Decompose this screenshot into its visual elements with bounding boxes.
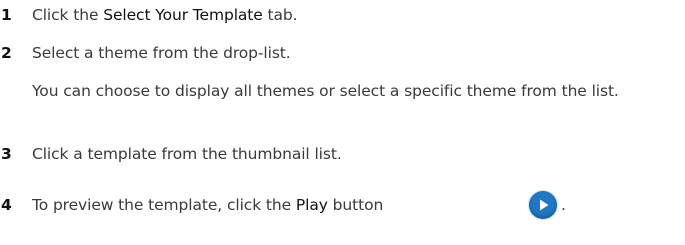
step-text-before: Click the: [32, 6, 104, 24]
step-text: Select a theme from the drop-list.: [32, 44, 291, 62]
step-text: Click a template from the thumbnail list…: [32, 145, 342, 163]
step-number: 4: [1, 196, 12, 214]
step-number: 2: [1, 44, 12, 62]
step-text: Click the Select Your Template tab.: [32, 6, 298, 24]
play-icon: [529, 191, 557, 219]
step-2-note: You can choose to display all themes or …: [32, 82, 619, 100]
ui-term-play: Play: [295, 196, 328, 214]
step-4-period: .: [561, 196, 566, 214]
step-text: To preview the template, click the Play …: [32, 196, 383, 214]
step-number: 1: [1, 6, 12, 24]
ui-term-select-your-template: Select Your Template: [103, 6, 263, 24]
step-text-before: To preview the template, click the: [32, 196, 296, 214]
step-text-after: button: [327, 196, 384, 214]
step-number: 3: [1, 145, 12, 163]
step-text-after: tab.: [262, 6, 298, 24]
